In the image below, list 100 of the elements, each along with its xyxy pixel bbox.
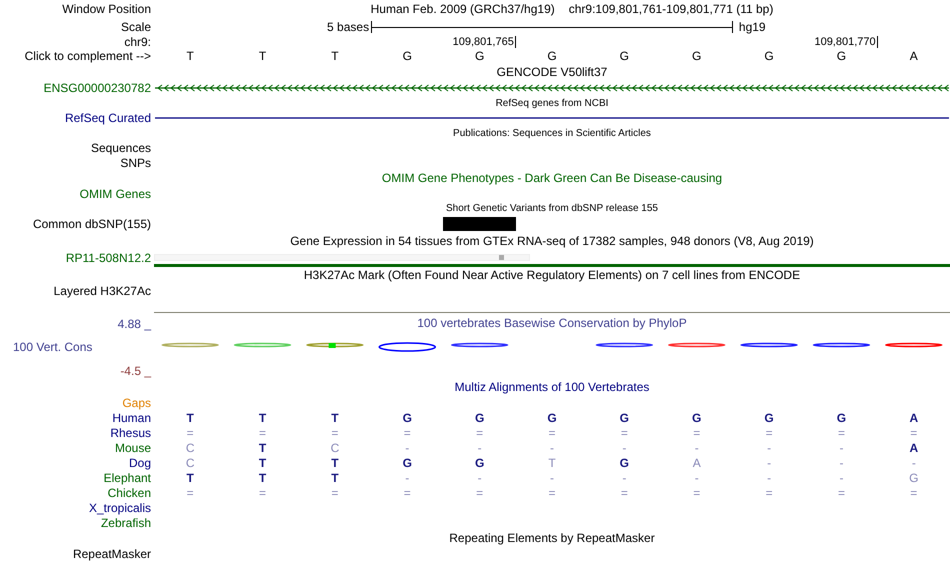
alignment-base: = [547,486,556,500]
track-label[interactable]: Window Position [62,2,151,16]
track-label[interactable]: ENSG00000230782 [44,81,151,95]
alignment-base: - [838,456,844,470]
track-label[interactable]: OMIM Genes [80,186,151,200]
base-letter[interactable]: T [226,49,299,63]
alignment-base: - [476,440,483,454]
alignment-base: T [186,470,195,484]
alignment-base: G [618,410,630,424]
alignment-base: = [258,486,268,500]
track-label[interactable]: 100 Vert. Cons [0,340,151,354]
snp-bar[interactable] [443,217,516,231]
base-letter[interactable]: G [732,49,806,63]
track-label[interactable]: Layered H3K27Ac [54,284,151,298]
alignment-base: C [184,440,196,454]
track-title: Publications: Sequences in Scientific Articles [453,128,651,138]
alignment-base: = [258,426,268,440]
alignment-base: = [547,426,556,440]
track-label[interactable]: Click to complement --> [24,49,151,63]
track-label[interactable]: Rhesus [110,426,151,440]
track-label[interactable]: Dog [128,456,151,470]
alignment-base: T [330,456,340,470]
alignment-base: = [909,486,918,500]
alignment-base: - [838,440,844,454]
alignment-base: - [404,440,410,454]
base-letter[interactable]: G [805,49,878,63]
gene-strand-line[interactable] [154,82,950,94]
axis-label: -4.5 _ [119,364,151,378]
alignment-base: = [764,426,774,440]
assembly-label: hg19 [738,20,767,34]
track-label[interactable]: SNPs [120,156,151,170]
track-title: 100 vertebrates Basewise Conservation by PhyloP [417,316,687,330]
alignment-base: A [692,456,702,470]
track-label[interactable]: chr9: [124,35,151,49]
coordinate-label: 109,801,770 [516,36,878,48]
base-letter[interactable]: T [298,49,372,63]
alignment-base: - [476,470,483,484]
alignment-base: - [548,440,555,454]
base-letter[interactable]: G [371,49,444,63]
alignment-base: G [402,456,413,470]
alignment-base: T [330,410,340,424]
base-letter[interactable]: G [660,49,733,63]
alignment-base: = [186,426,195,440]
alignment-base: - [910,456,917,470]
track-label[interactable]: Common dbSNP(155) [32,217,151,231]
alignment-base: - [694,470,700,484]
alignment-base: - [838,470,844,484]
alignment-base: - [766,456,772,470]
track-title: Repeating Elements by RepeatMasker [449,531,655,545]
track-label[interactable]: RefSeq Curated [64,111,151,125]
track-title: Short Genetic Variants from dbSNP release 155 [446,202,658,214]
track-label[interactable]: Elephant [104,470,151,484]
alignment-base: = [330,426,340,440]
axis-label: 4.88 _ [116,317,151,331]
track-label[interactable]: Sequences [90,140,151,154]
base-letter[interactable]: A [878,49,950,63]
track-label[interactable]: Scale [120,20,151,34]
expression-bar[interactable] [154,254,530,261]
alignment-base: = [692,486,702,500]
track-label[interactable]: Chicken [108,486,151,500]
alignment-base: - [621,440,628,454]
alignment-base: = [836,426,846,440]
track-title: GENCODE V50lift37 [496,65,608,79]
alignment-base: = [692,426,702,440]
alignment-base: = [620,426,629,440]
scale-text: 5 bases [326,20,370,34]
alignment-base: = [764,486,774,500]
base-letter[interactable]: G [443,49,516,63]
alignment-base: - [548,470,555,484]
alignment-base: G [474,410,486,424]
alignment-base: G [908,470,920,484]
alignment-base: = [402,426,412,440]
alignment-base: - [766,440,772,454]
alignment-base: - [621,470,628,484]
alignment-base: - [404,470,410,484]
track-label[interactable]: RP11-508N12.2 [66,251,151,265]
base-letter[interactable]: G [588,49,661,63]
alignment-base: - [694,440,700,454]
track-label[interactable]: Zebrafish [100,516,151,530]
alignment-base: T [258,410,268,424]
base-letter[interactable]: G [516,49,588,63]
track-title: Gene Expression in 54 tissues from GTEx RNA-seq of 17382 samples, 948 donors (V8, Aug 2019) [290,234,814,248]
track-title: Multiz Alignments of 100 Vertebrates [454,380,650,394]
alignment-base: T [258,470,268,484]
track-label[interactable]: Mouse [114,440,151,454]
track-title: H3K27Ac Mark (Often Found Near Active Regulatory Elements) on 7 cell lines from ENCODE [304,268,800,282]
alignment-base: G [691,410,702,424]
alignment-base: G [763,410,775,424]
alignment-base: G [546,410,558,424]
alignment-base: = [909,426,918,440]
alignment-base: A [908,410,920,424]
base-letter[interactable]: T [154,49,226,63]
track-label[interactable]: RepeatMasker [72,546,151,560]
gene-bar[interactable] [154,264,950,267]
track-label[interactable]: Human [112,410,151,424]
track-title: OMIM Gene Phenotypes - Dark Green Can Be Disease-causing [382,171,722,185]
alignment-base: = [475,486,484,500]
track-label[interactable]: X_tropicalis [88,500,151,514]
alignment-base: G [836,410,848,424]
assembly-name: Human Feb. 2009 (GRCh37/hg19) [370,2,555,16]
